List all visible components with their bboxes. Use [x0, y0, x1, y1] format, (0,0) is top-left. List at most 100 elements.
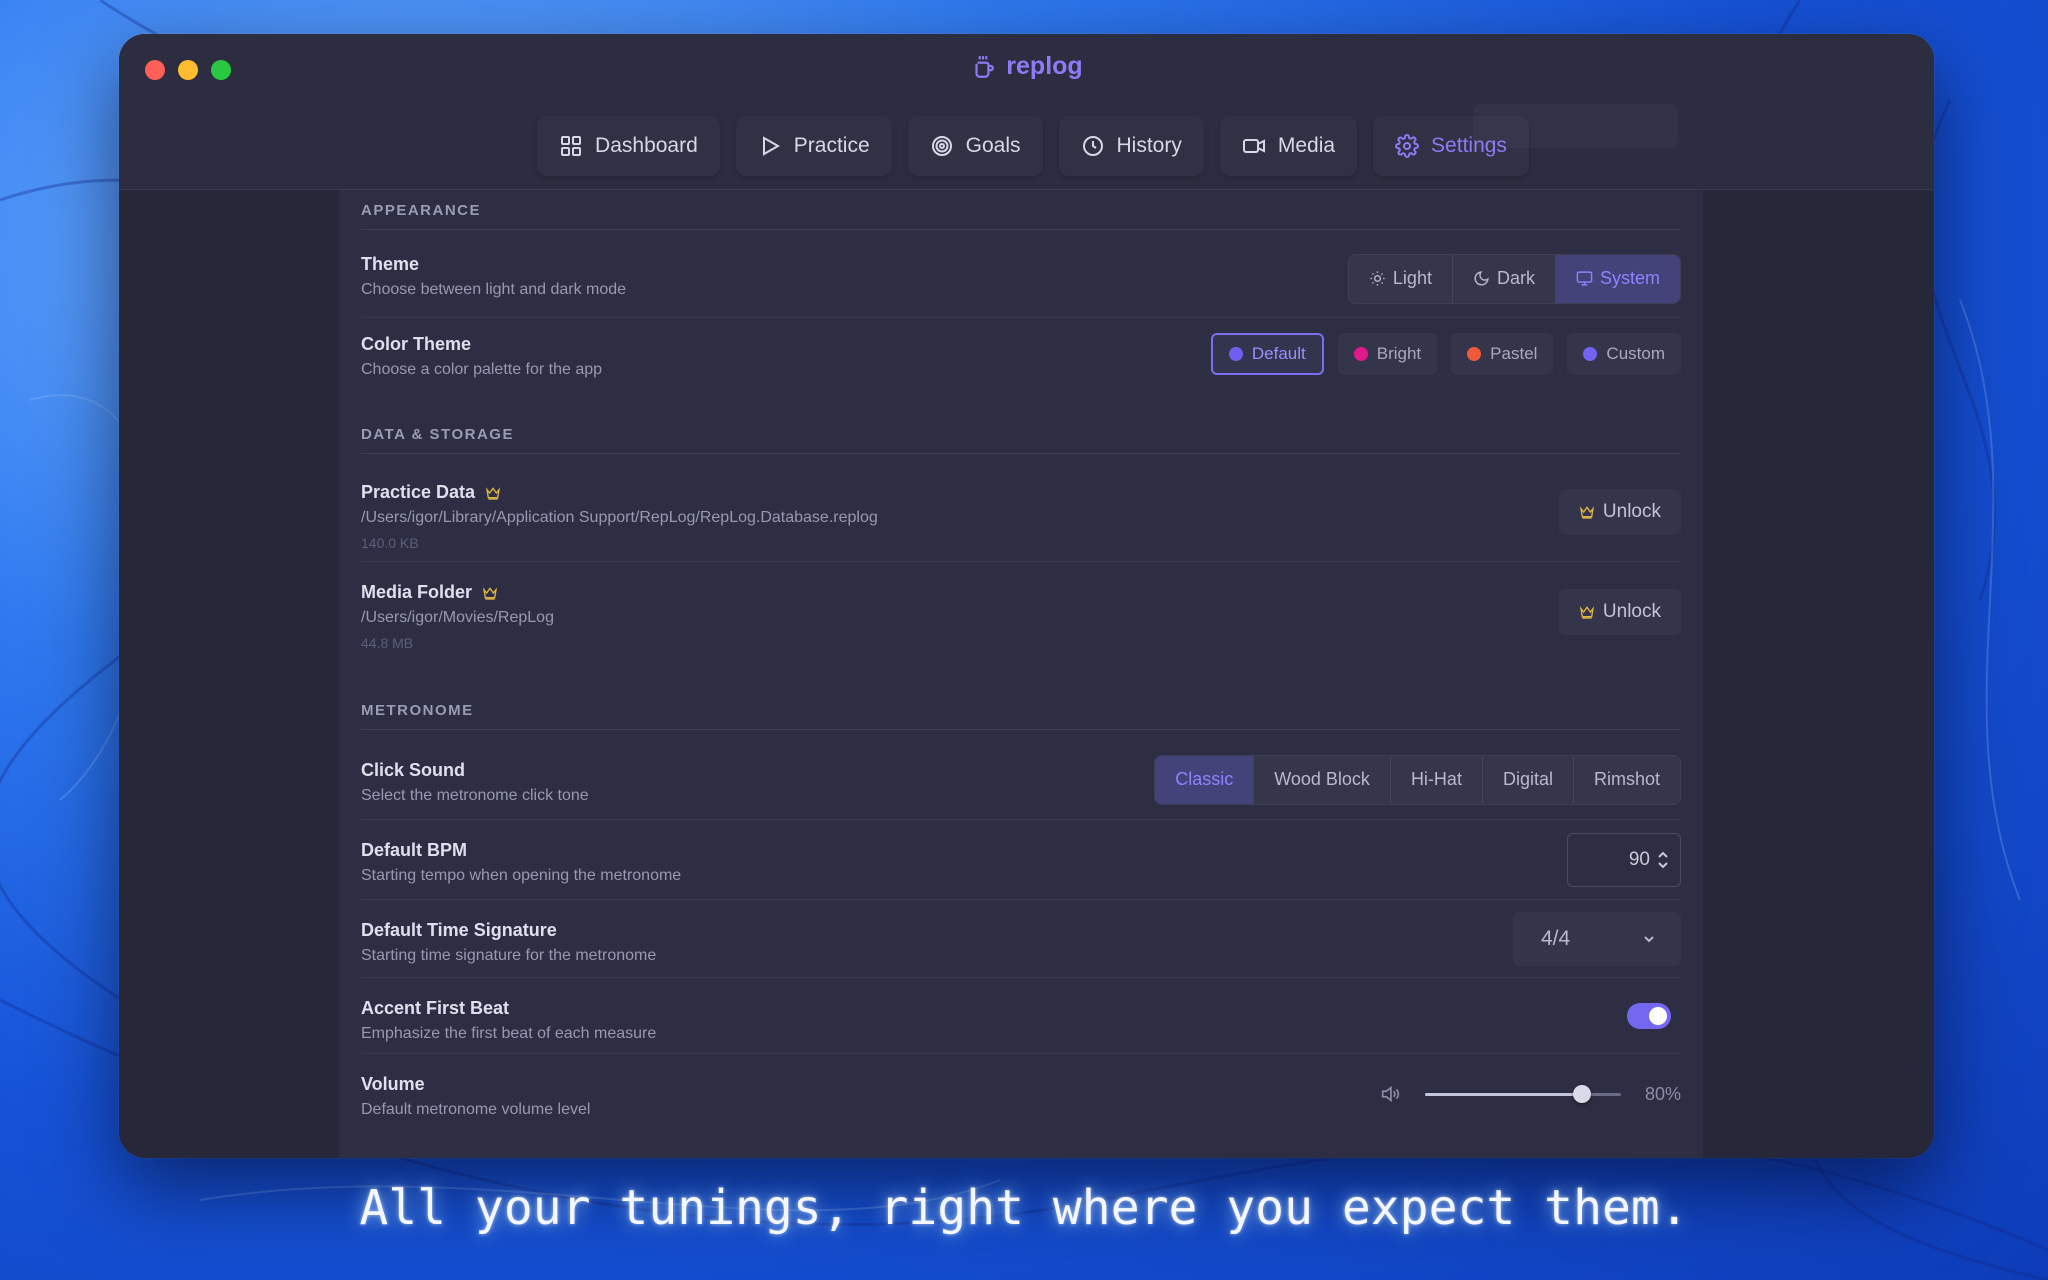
practice-data-size: 140.0 KB — [361, 535, 419, 551]
bpm-stepper[interactable]: 90 — [1567, 832, 1681, 887]
theme-segmented-control: Light Dark System — [1347, 253, 1681, 304]
crown-icon — [1579, 505, 1595, 519]
nav-practice-label: Practice — [793, 134, 870, 157]
accent-first-beat-row: Accent First Beat Emphasize the first be… — [361, 978, 1681, 1054]
toggle-knob — [1649, 1006, 1667, 1025]
practice-data-unlock-label: Unlock — [1602, 500, 1661, 522]
media-folder-title: Media Folder — [361, 582, 473, 602]
media-folder-row: Media Folder /Users/igor/Movies/RepLog 4… — [361, 562, 1681, 662]
section-storage-title: DATA & STORAGE — [361, 426, 1681, 454]
volume-slider[interactable] — [1424, 1083, 1621, 1105]
default-bpm-title: Default BPM — [361, 840, 468, 860]
section-metronome-title: METRONOME — [361, 702, 1681, 730]
click-sound-digital[interactable]: Digital — [1483, 755, 1574, 804]
color-theme-custom-label: Custom — [1606, 344, 1665, 363]
default-bpm-row: Default BPM Starting tempo when opening … — [361, 820, 1681, 900]
marketing-caption: All your tunings, right where you expect… — [359, 1180, 1689, 1236]
gear-icon — [1395, 134, 1420, 158]
nav-practice[interactable]: Practice — [736, 116, 892, 176]
nav-settings[interactable]: Settings — [1373, 116, 1529, 176]
volume-slider-fill — [1424, 1093, 1582, 1096]
click-sound-rimshot[interactable]: Rimshot — [1574, 756, 1680, 804]
moon-icon — [1474, 271, 1489, 286]
time-signature-title: Default Time Signature — [361, 920, 557, 940]
color-theme-default[interactable]: Default — [1210, 333, 1324, 375]
color-swatch-bright — [1353, 347, 1368, 361]
color-theme-bright[interactable]: Bright — [1337, 333, 1438, 375]
media-folder-unlock-button[interactable]: Unlock — [1558, 589, 1681, 635]
color-theme-default-label: Default — [1251, 344, 1306, 363]
color-swatch-default — [1228, 347, 1243, 361]
nav-goals[interactable]: Goals — [908, 116, 1043, 176]
bpm-value: 90 — [1628, 848, 1650, 870]
sun-icon — [1370, 271, 1385, 286]
media-folder-path: /Users/igor/Movies/RepLog — [361, 609, 554, 626]
crown-icon — [485, 486, 501, 500]
clock-icon — [1082, 136, 1103, 156]
time-signature-row: Default Time Signature Starting time sig… — [361, 900, 1681, 978]
default-bpm-subtitle: Starting tempo when opening the metronom… — [361, 867, 682, 884]
accent-first-beat-subtitle: Emphasize the first beat of each measure — [361, 1025, 657, 1042]
color-theme-pastel[interactable]: Pastel — [1451, 333, 1554, 375]
app-window: replog Dashboard Practice Goals History — [119, 34, 1934, 1158]
theme-option-dark-label: Dark — [1496, 268, 1535, 288]
color-theme-bright-label: Bright — [1376, 344, 1422, 363]
theme-option-system-label: System — [1599, 268, 1660, 288]
nav-goals-label: Goals — [965, 134, 1021, 157]
crown-icon — [1579, 606, 1595, 619]
nav-dashboard-label: Dashboard — [595, 134, 698, 157]
volume-row: Volume Default metronome volume level 80… — [361, 1054, 1681, 1134]
nav-media-label: Media — [1277, 134, 1336, 157]
nav-settings-label: Settings — [1431, 134, 1507, 157]
monitor-icon — [1576, 271, 1593, 286]
color-theme-options: Default Bright Pastel Custom — [1210, 333, 1681, 375]
practice-data-path: /Users/igor/Library/Application Support/… — [361, 509, 878, 526]
volume-value: 80% — [1644, 1083, 1681, 1104]
app-title-text: replog — [1006, 52, 1083, 80]
nav-media[interactable]: Media — [1220, 116, 1357, 176]
stepper-arrows-icon[interactable] — [1656, 850, 1670, 870]
video-icon — [1242, 139, 1265, 153]
titlebar: replog Dashboard Practice Goals History — [119, 34, 1934, 190]
theme-option-system[interactable]: System — [1555, 254, 1680, 303]
click-sound-hi-hat[interactable]: Hi-Hat — [1391, 755, 1483, 804]
replog-logo-icon — [975, 55, 995, 78]
accent-first-beat-title: Accent First Beat — [361, 998, 510, 1018]
time-signature-value: 4/4 — [1541, 926, 1571, 950]
speaker-icon — [1381, 1085, 1400, 1103]
color-swatch-pastel — [1467, 347, 1482, 361]
play-icon — [762, 136, 780, 156]
practice-data-row: Practice Data /Users/igor/Library/Applic… — [361, 462, 1681, 562]
theme-option-dark[interactable]: Dark — [1453, 254, 1556, 303]
media-folder-unlock-label: Unlock — [1602, 601, 1661, 622]
color-theme-pastel-label: Pastel — [1490, 344, 1538, 363]
time-signature-subtitle: Starting time signature for the metronom… — [361, 947, 657, 964]
section-appearance-title: APPEARANCE — [361, 202, 1681, 230]
color-theme-row: Color Theme Choose a color palette for t… — [361, 318, 1681, 396]
crown-icon — [482, 586, 498, 600]
media-folder-size: 44.8 MB — [361, 635, 414, 651]
main-nav: Dashboard Practice Goals History Media S… — [119, 116, 1934, 176]
color-theme-custom[interactable]: Custom — [1567, 333, 1681, 375]
click-sound-segmented-control: Classic Wood Block Hi-Hat Digital Rimsho… — [1154, 754, 1681, 805]
grid-icon — [561, 136, 582, 156]
theme-row: Theme Choose between light and dark mode… — [361, 240, 1681, 318]
practice-data-unlock-button[interactable]: Unlock — [1558, 488, 1681, 535]
theme-option-light[interactable]: Light — [1349, 254, 1453, 303]
nav-history[interactable]: History — [1059, 116, 1204, 176]
theme-option-light-label: Light — [1392, 268, 1432, 288]
nav-history-label: History — [1116, 134, 1182, 157]
practice-data-title: Practice Data — [361, 482, 476, 502]
click-sound-wood-block[interactable]: Wood Block — [1254, 755, 1391, 804]
app-title: replog — [119, 52, 1934, 81]
volume-slider-thumb[interactable] — [1572, 1085, 1591, 1103]
accent-first-beat-toggle[interactable] — [1627, 1002, 1671, 1029]
target-icon — [931, 136, 952, 156]
nav-dashboard[interactable]: Dashboard — [537, 116, 720, 176]
click-sound-row: Click Sound Select the metronome click t… — [361, 740, 1681, 820]
click-sound-classic[interactable]: Classic — [1155, 755, 1255, 804]
settings-panel: APPEARANCE Theme Choose between light an… — [339, 190, 1703, 1158]
color-swatch-custom — [1583, 347, 1598, 361]
time-signature-select[interactable]: 4/4 — [1513, 911, 1681, 966]
chevron-down-icon — [1644, 935, 1654, 942]
